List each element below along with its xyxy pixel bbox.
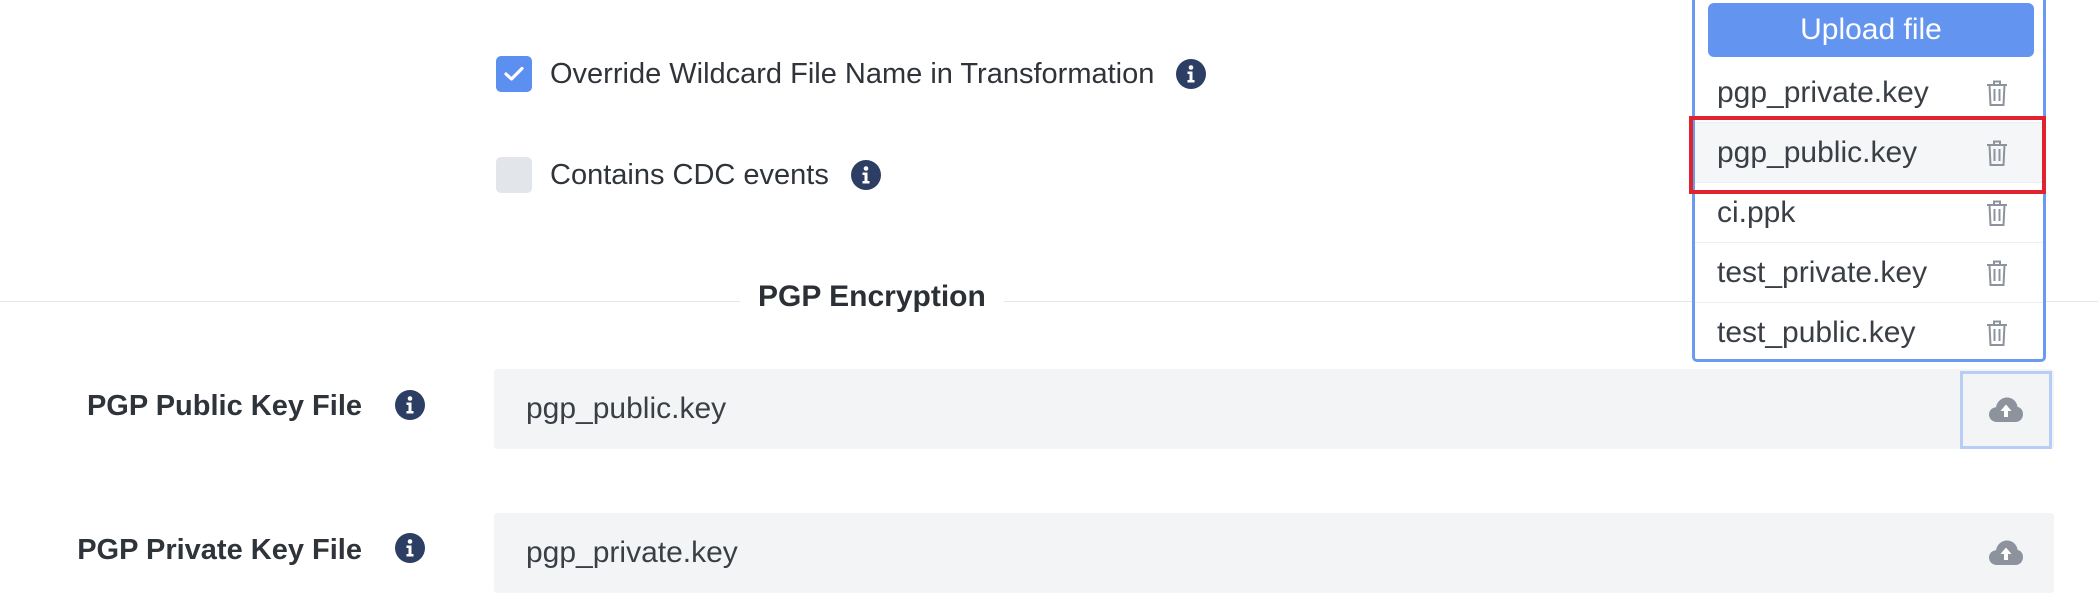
private-key-input[interactable]: pgp_private.key: [494, 513, 2054, 593]
file-item-label: ci.ppk: [1717, 195, 1796, 229]
private-key-label: PGP Private Key File: [77, 534, 362, 566]
check-icon: [504, 66, 524, 81]
private-key-upload-button[interactable]: [1960, 514, 2052, 592]
trash-icon[interactable]: [1985, 319, 2009, 355]
override-wildcard-checkbox[interactable]: [496, 56, 532, 92]
info-icon[interactable]: [395, 533, 425, 568]
file-item-pgp-public[interactable]: pgp_public.key: [1695, 123, 2043, 183]
info-icon[interactable]: [395, 390, 425, 425]
upload-file-button[interactable]: Upload file: [1708, 3, 2034, 57]
info-icon[interactable]: [850, 160, 881, 190]
file-item-label: pgp_public.key: [1717, 135, 1918, 169]
file-item-ci-ppk[interactable]: ci.ppk: [1695, 183, 2043, 243]
file-item-label: pgp_private.key: [1717, 75, 1929, 109]
section-title: PGP Encryption: [740, 280, 1004, 314]
trash-icon[interactable]: [1985, 199, 2009, 235]
file-item-label: test_public.key: [1717, 316, 1916, 349]
file-item-label: test_private.key: [1717, 255, 1928, 289]
public-key-upload-button[interactable]: [1960, 371, 2052, 449]
contains-cdc-option: Contains CDC events: [496, 157, 881, 193]
info-icon[interactable]: [1176, 59, 1207, 89]
contains-cdc-label: Contains CDC events: [550, 158, 829, 191]
cloud-upload-icon: [1989, 540, 2023, 565]
file-dropdown: Upload file pgp_private.key pgp_public.k…: [1692, 0, 2046, 362]
file-item-test-private[interactable]: test_private.key: [1695, 243, 2043, 303]
public-key-input[interactable]: pgp_public.key: [494, 369, 2054, 449]
public-key-value: pgp_public.key: [526, 392, 727, 425]
file-item-pgp-private[interactable]: pgp_private.key: [1695, 63, 2043, 123]
trash-icon[interactable]: [1985, 139, 2009, 175]
trash-icon[interactable]: [1985, 259, 2009, 295]
contains-cdc-checkbox[interactable]: [496, 157, 532, 193]
trash-icon[interactable]: [1985, 79, 2009, 115]
public-key-label: PGP Public Key File: [86, 390, 362, 422]
override-wildcard-option: Override Wildcard File Name in Transform…: [496, 56, 1207, 92]
private-key-value: pgp_private.key: [526, 536, 738, 569]
file-item-test-public[interactable]: test_public.key: [1695, 303, 2043, 363]
cloud-upload-icon: [1989, 397, 2023, 422]
override-wildcard-label: Override Wildcard File Name in Transform…: [550, 57, 1155, 90]
